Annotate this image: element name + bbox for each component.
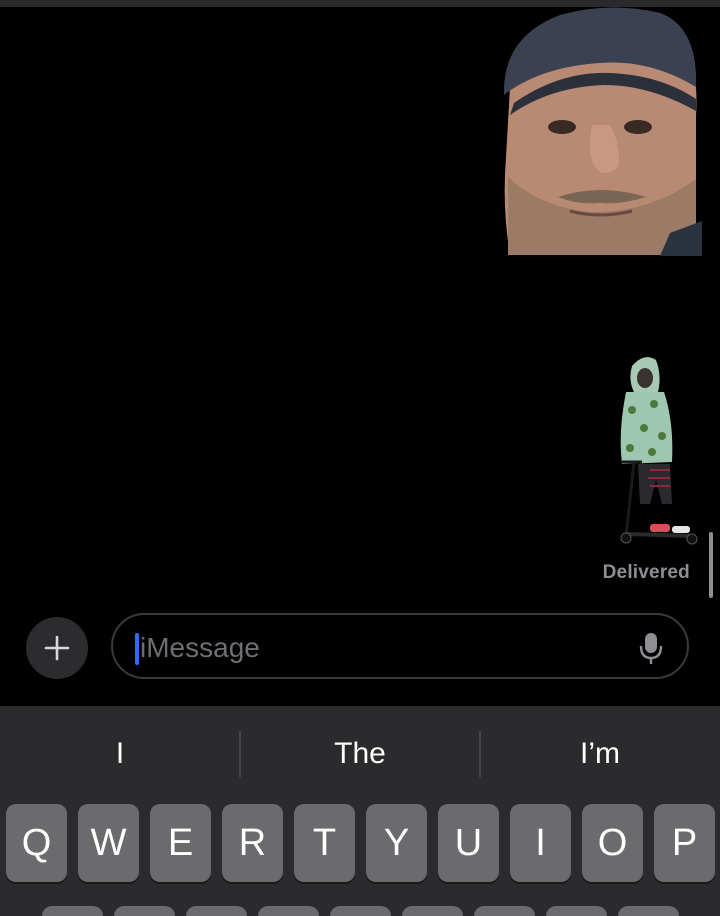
microphone-icon[interactable]	[639, 632, 663, 666]
key-row2-partial[interactable]	[258, 906, 319, 916]
text-cursor	[135, 633, 139, 665]
keyboard: I The I’m Q W E R T Y U I O P	[0, 706, 720, 916]
imessage-input[interactable]: iMessage	[111, 613, 689, 679]
key-row2-partial[interactable]	[330, 906, 391, 916]
key-e[interactable]: E	[150, 804, 211, 882]
messages-screen: Delivered iMessage I The I’m Q W E R T Y	[0, 0, 720, 916]
prediction-3[interactable]: I’m	[480, 706, 720, 802]
key-row2-partial[interactable]	[546, 906, 607, 916]
predictive-text-bar: I The I’m	[0, 706, 720, 802]
top-bar-edge	[0, 0, 720, 7]
key-t[interactable]: T	[294, 804, 355, 882]
key-y[interactable]: Y	[366, 804, 427, 882]
scooter-sticker-image	[620, 357, 698, 545]
input-placeholder: iMessage	[140, 632, 260, 663]
key-u[interactable]: U	[438, 804, 499, 882]
face-sticker[interactable]	[500, 7, 702, 256]
scroll-indicator[interactable]	[709, 532, 713, 598]
key-row2-partial[interactable]	[42, 906, 103, 916]
key-w[interactable]: W	[78, 804, 139, 882]
key-row2-partial[interactable]	[474, 906, 535, 916]
key-p[interactable]: P	[654, 804, 715, 882]
key-row2-partial[interactable]	[618, 906, 679, 916]
face-sticker-image	[503, 7, 702, 256]
key-i[interactable]: I	[510, 804, 571, 882]
key-o[interactable]: O	[582, 804, 643, 882]
key-q[interactable]: Q	[6, 804, 67, 882]
key-row2-partial[interactable]	[114, 906, 175, 916]
add-attachment-button[interactable]	[26, 617, 88, 679]
key-r[interactable]: R	[222, 804, 283, 882]
key-row2-partial[interactable]	[402, 906, 463, 916]
prediction-2[interactable]: The	[240, 706, 480, 802]
key-row2-partial[interactable]	[186, 906, 247, 916]
delivered-status: Delivered	[602, 562, 690, 583]
scooter-sticker[interactable]	[614, 352, 700, 548]
plus-icon	[44, 635, 70, 661]
prediction-1[interactable]: I	[0, 706, 240, 802]
